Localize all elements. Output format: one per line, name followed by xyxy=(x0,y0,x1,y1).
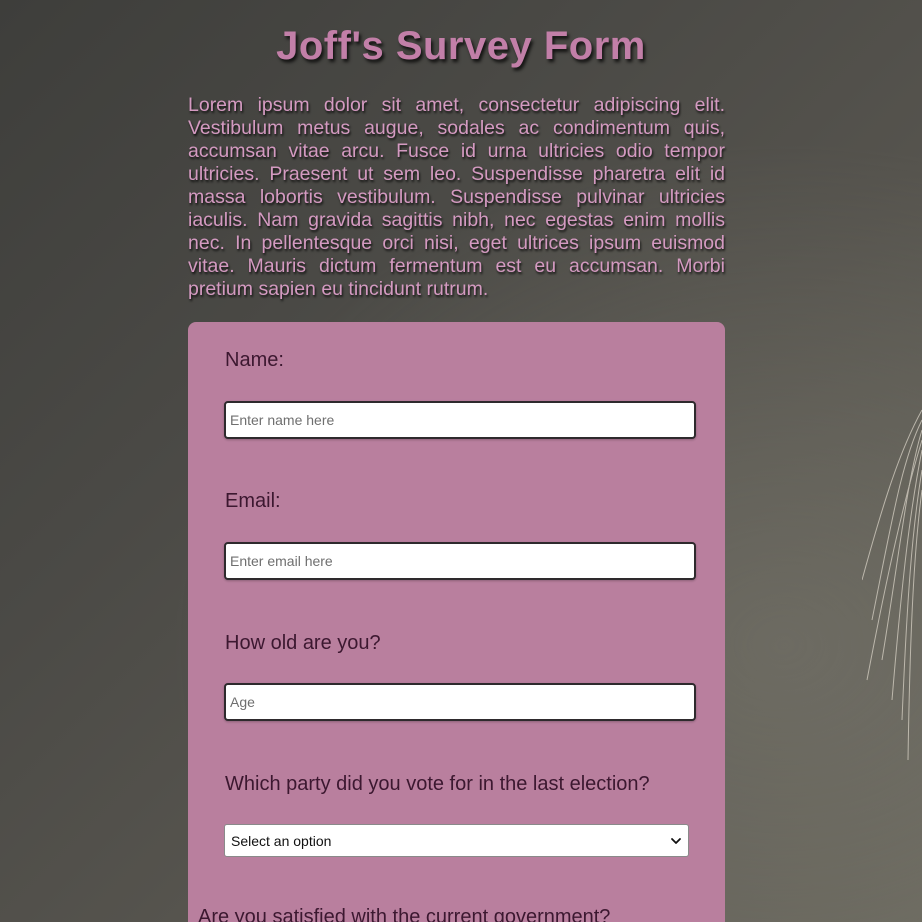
name-label: Name: xyxy=(225,349,284,371)
party-label: Which party did you vote for in the last… xyxy=(225,773,650,795)
party-select[interactable]: Select an option xyxy=(224,824,689,857)
age-input[interactable] xyxy=(224,683,696,721)
name-input[interactable] xyxy=(224,401,696,439)
page-title: Joff's Survey Form xyxy=(276,24,646,68)
age-label: How old are you? xyxy=(225,632,381,654)
satisfaction-label: Are you satisfied with the current gover… xyxy=(198,906,611,922)
survey-form: Name: Email: How old are you? Which part… xyxy=(188,322,725,922)
chevron-down-icon xyxy=(670,835,682,847)
intro-description: Lorem ipsum dolor sit amet, consectetur … xyxy=(188,94,725,300)
background-hair-decoration xyxy=(862,409,922,761)
email-input[interactable] xyxy=(224,542,696,580)
party-select-value: Select an option xyxy=(231,832,332,849)
email-label: Email: xyxy=(225,490,281,512)
